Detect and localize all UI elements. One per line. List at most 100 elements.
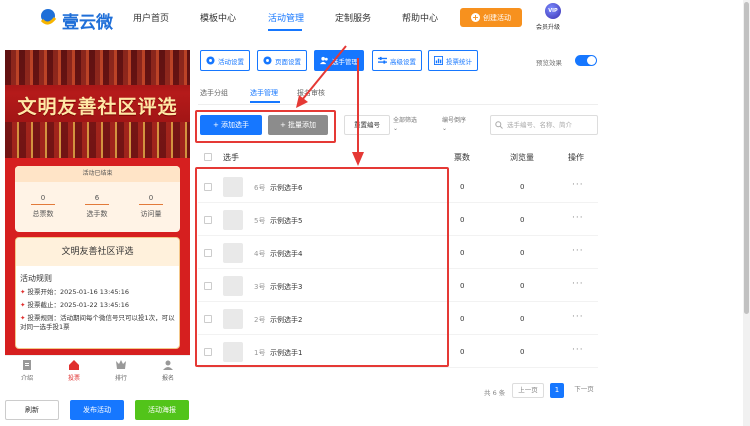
preview-tab-ranking-label: 排行 — [114, 375, 127, 382]
advanced-settings-button[interactable]: 高级设置 — [372, 50, 422, 71]
preview-effect-toggle[interactable] — [575, 55, 597, 66]
player-views: 0 — [520, 315, 525, 323]
search-placeholder: 选手编号、名称、简介 — [507, 121, 572, 129]
page-scrollbar[interactable] — [743, 0, 750, 426]
poster-button[interactable]: 活动海报 — [135, 400, 189, 420]
nav-help[interactable]: 帮助中心 — [402, 11, 438, 24]
stat-divider — [139, 204, 163, 205]
stat-total-votes-label: 总票数 — [32, 210, 54, 218]
brand-name[interactable]: 壹云微 — [62, 8, 113, 33]
player-votes: 0 — [460, 249, 465, 257]
select-all-checkbox[interactable] — [204, 153, 212, 161]
nav-active-indicator — [268, 29, 302, 31]
rule-end-text: 投票截止：2025-01-22 13:45:16 — [27, 301, 129, 309]
stat-visits-value: 0 — [148, 194, 154, 202]
preview-tab-ranking[interactable]: 排行 — [101, 359, 141, 382]
tab-player-management[interactable]: 选手管理 — [250, 88, 278, 98]
preview-tab-intro-label: 介绍 — [20, 375, 33, 382]
page-settings-button[interactable]: 页面设置 — [257, 50, 307, 71]
nav-activity-management[interactable]: 活动管理 — [268, 11, 304, 24]
preview-effect-label: 预览效果 — [536, 59, 562, 67]
preview-tab-signup[interactable]: 报名 — [148, 359, 188, 382]
player-votes: 0 — [460, 216, 465, 224]
pagination-current-page[interactable]: 1 — [550, 383, 564, 398]
sliders-icon — [378, 56, 387, 64]
star-icon: ✦ — [20, 301, 26, 309]
pagination-prev[interactable]: 上一页 — [512, 383, 544, 398]
rule-end: ✦ 投票截止：2025-01-22 13:45:16 — [20, 301, 180, 310]
nav-custom-service[interactable]: 定制服务 — [335, 11, 371, 24]
more-actions-icon[interactable]: ··· — [572, 246, 584, 256]
sort-dropdown-label: 编号倒序 — [442, 117, 467, 124]
banner-title: 文明友善社区评选 — [17, 96, 178, 118]
sort-dropdown[interactable]: 编号倒序 ⌄ — [442, 117, 466, 133]
users-icon — [320, 56, 328, 65]
home-icon — [69, 360, 79, 370]
gear-icon — [263, 56, 272, 65]
logo-icon — [40, 9, 57, 25]
header-views: 浏览量 — [510, 153, 534, 162]
rule-start: ✦ 投票开始：2025-01-16 13:45:16 — [20, 288, 180, 297]
preview-tab-vote[interactable]: 投票 — [54, 359, 94, 382]
more-actions-icon[interactable]: ··· — [572, 213, 584, 223]
player-management-label: 选手管理 — [332, 57, 358, 66]
more-actions-icon[interactable]: ··· — [572, 279, 584, 289]
header-player: 选手 — [223, 153, 239, 162]
search-input[interactable]: 选手编号、名称、简介 — [490, 115, 598, 135]
stat-total-votes-value: 0 — [40, 194, 46, 202]
preview-tab-intro[interactable]: 介绍 — [7, 359, 47, 382]
activity-settings-button[interactable]: 活动设置 — [200, 50, 250, 71]
stats-card: 活动已结束 0 总票数 6 选手数 0 访问量 — [15, 166, 180, 232]
gear-icon — [206, 56, 215, 65]
stat-divider — [85, 204, 109, 205]
preview-tabbar: 介绍 投票 排行 报名 — [5, 355, 190, 385]
publish-button[interactable]: 发布活动 — [70, 400, 124, 420]
page-settings-label: 页面设置 — [275, 57, 301, 66]
player-views: 0 — [520, 183, 525, 191]
stat-divider — [31, 204, 55, 205]
player-views: 0 — [520, 216, 525, 224]
activity-settings-label: 活动设置 — [218, 57, 244, 66]
rules-card: 文明友善社区评选 活动规则 ✦ 投票开始：2025-01-16 13:45:16 … — [15, 237, 180, 349]
vip-upgrade-label[interactable]: 会员升级 — [536, 22, 560, 31]
header-votes: 票数 — [454, 153, 470, 162]
rules-label: 活动规则 — [20, 274, 52, 283]
toggle-knob — [587, 56, 596, 65]
player-views: 0 — [520, 282, 525, 290]
header-ops: 操作 — [568, 153, 584, 162]
preview-banner: 文明友善社区评选 — [5, 50, 190, 158]
preview-tab-signup-label: 报名 — [161, 375, 174, 382]
player-votes: 0 — [460, 183, 465, 191]
more-actions-icon[interactable]: ··· — [572, 345, 584, 355]
player-votes: 0 — [460, 282, 465, 290]
subtab-divider — [198, 104, 598, 105]
more-actions-icon[interactable]: ··· — [572, 180, 584, 190]
filter-dropdown[interactable]: 全部筛选 ⌄ — [393, 117, 417, 133]
reset-number-button[interactable]: 重置编号 — [344, 115, 390, 135]
nav-home[interactable]: 用户首页 — [133, 11, 169, 24]
more-actions-icon[interactable]: ··· — [572, 312, 584, 322]
search-icon — [495, 121, 503, 129]
pagination-total: 共 6 条 — [484, 389, 506, 397]
pagination-next[interactable]: 下一页 — [569, 383, 599, 398]
refresh-button[interactable]: 刷新 — [5, 400, 59, 420]
banner-photo-top — [5, 50, 190, 85]
rule-start-text: 投票开始：2025-01-16 13:45:16 — [27, 288, 129, 296]
nav-templates[interactable]: 模板中心 — [200, 11, 236, 24]
annotation-box-player-list — [195, 167, 449, 367]
star-icon: ✦ — [20, 314, 26, 322]
scrollbar-thumb[interactable] — [744, 2, 749, 314]
vip-icon[interactable]: VIP — [545, 3, 561, 19]
preview-tab-vote-label: 投票 — [67, 375, 80, 382]
stat-players-value: 6 — [94, 194, 100, 202]
document-icon — [23, 360, 31, 370]
player-management-button[interactable]: 选手管理 — [314, 50, 364, 71]
rule-vote-text: 投票规则：活动期间每个微信号只可以投1次，可以对同一选手投1票 — [20, 314, 175, 331]
create-activity-button[interactable]: + 创建活动 — [460, 8, 522, 27]
table-header: 选手 票数 浏览量 操作 — [198, 147, 598, 167]
tab-player-groups[interactable]: 选手分组 — [200, 88, 228, 98]
rules-card-title: 文明友善社区评选 — [16, 238, 179, 266]
vote-statistics-button[interactable]: 投票统计 — [428, 50, 478, 71]
chevron-down-icon: ⌄ — [393, 125, 399, 132]
tab-signup-review[interactable]: 报名审核 — [297, 88, 325, 98]
